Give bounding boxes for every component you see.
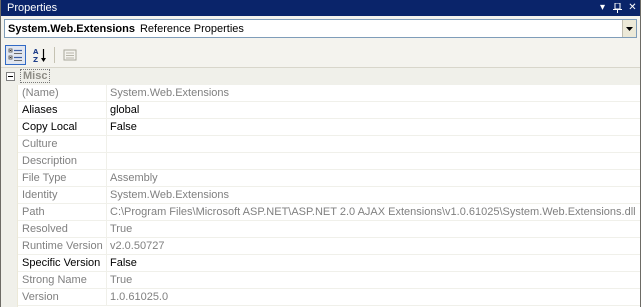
object-selector-combo[interactable]: System.Web.Extensions Reference Properti…	[4, 19, 637, 38]
property-value[interactable]	[107, 153, 640, 169]
window-title: Properties	[7, 2, 58, 14]
property-name: Version	[18, 289, 107, 305]
property-name: Culture	[18, 136, 107, 152]
categorized-button[interactable]	[5, 45, 26, 65]
property-name: Path	[18, 204, 107, 220]
selected-object-type: Reference Properties	[139, 22, 244, 35]
property-value[interactable]: False	[107, 119, 640, 135]
property-value[interactable]	[107, 136, 640, 152]
grid-margin	[1, 68, 18, 307]
properties-toolbar: A Z	[1, 43, 640, 68]
property-pages-icon	[63, 49, 76, 61]
properties-window: Properties ▾ ✕ System.Web.Extensions Ref…	[0, 0, 641, 307]
alphabetical-button[interactable]: A Z	[29, 45, 50, 65]
property-row[interactable]: File Type Assembly	[18, 170, 640, 187]
property-name: Strong Name	[18, 272, 107, 288]
property-row[interactable]: Culture	[18, 136, 640, 153]
property-name: Copy Local	[18, 119, 107, 135]
category-row-misc[interactable]: Misc	[1, 68, 640, 85]
property-pages-button[interactable]	[59, 45, 80, 65]
property-row[interactable]: Runtime Version v2.0.50727	[18, 238, 640, 255]
object-selector-bar: System.Web.Extensions Reference Properti…	[1, 16, 640, 43]
property-name: Description	[18, 153, 107, 169]
property-name: Aliases	[18, 102, 107, 118]
property-value[interactable]: C:\Program Files\Microsoft ASP.NET\ASP.N…	[107, 204, 640, 220]
property-value[interactable]: global	[107, 102, 640, 118]
svg-text:Z: Z	[33, 56, 38, 63]
auto-hide-pin-icon[interactable]	[610, 1, 625, 15]
property-name: Specific Version	[18, 255, 107, 271]
property-grid: Misc (Name) System.Web.Extensions Aliase…	[1, 68, 640, 307]
close-icon[interactable]: ✕	[625, 1, 640, 15]
property-name: Identity	[18, 187, 107, 203]
property-value[interactable]: True	[107, 272, 640, 288]
property-value[interactable]: False	[107, 255, 640, 271]
category-label: Misc	[20, 69, 51, 83]
property-name: Runtime Version	[18, 238, 107, 254]
property-row[interactable]: Specific Version False	[18, 255, 640, 272]
chevron-down-icon	[626, 26, 633, 31]
property-row[interactable]: Resolved True	[18, 221, 640, 238]
property-name: (Name)	[18, 85, 107, 101]
property-row[interactable]: (Name) System.Web.Extensions	[18, 85, 640, 102]
property-value[interactable]: Assembly	[107, 170, 640, 186]
categorized-icon	[8, 48, 22, 61]
combo-dropdown-button[interactable]	[622, 20, 636, 37]
property-row[interactable]: Description	[18, 153, 640, 170]
pin-icon	[613, 3, 622, 13]
svg-text:A: A	[33, 48, 39, 56]
title-bar: Properties ▾ ✕	[1, 0, 640, 16]
property-row[interactable]: Aliases global	[18, 102, 640, 119]
window-position-dropdown-icon[interactable]: ▾	[595, 1, 610, 15]
property-row[interactable]: Version 1.0.61025.0	[18, 289, 640, 306]
property-value[interactable]: System.Web.Extensions	[107, 187, 640, 203]
property-row[interactable]: Path C:\Program Files\Microsoft ASP.NET\…	[18, 204, 640, 221]
property-value[interactable]: v2.0.50727	[107, 238, 640, 254]
property-value[interactable]: True	[107, 221, 640, 237]
toolbar-separator	[54, 47, 55, 63]
alphabetical-icon: A Z	[33, 48, 46, 63]
property-row[interactable]: Identity System.Web.Extensions	[18, 187, 640, 204]
property-value[interactable]: System.Web.Extensions	[107, 85, 640, 101]
property-name: Resolved	[18, 221, 107, 237]
property-name: File Type	[18, 170, 107, 186]
property-value[interactable]: 1.0.61025.0	[107, 289, 640, 305]
selected-object-name: System.Web.Extensions	[8, 22, 135, 35]
property-row[interactable]: Copy Local False	[18, 119, 640, 136]
collapse-icon[interactable]	[6, 72, 15, 81]
property-row[interactable]: Strong Name True	[18, 272, 640, 289]
